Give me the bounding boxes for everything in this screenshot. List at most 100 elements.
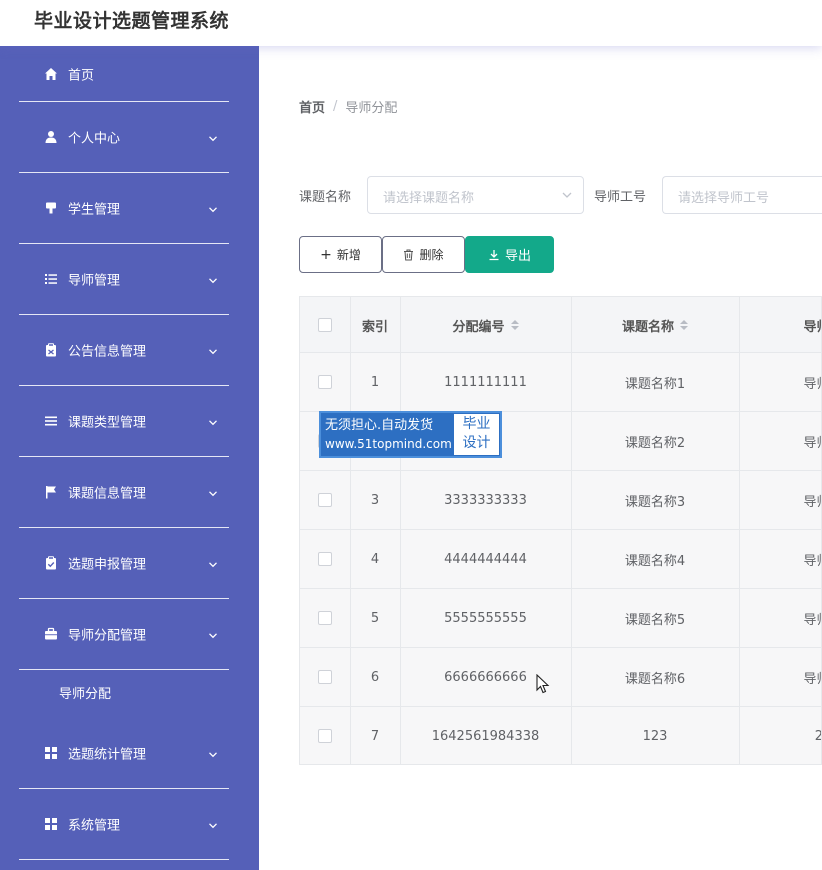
- sort-icon[interactable]: [510, 320, 519, 330]
- chevron-down-icon[interactable]: [207, 485, 219, 497]
- cell-index: 4: [370, 551, 380, 567]
- top-bar: 毕业设计选题管理系统: [0, 0, 822, 46]
- sidebar-item-label: 导师管理: [68, 273, 121, 289]
- cell-topic: 课题名称2: [624, 435, 686, 451]
- cell-index: 5: [370, 610, 380, 626]
- sidebar-item-label: 学生管理: [68, 202, 121, 218]
- chevron-down-icon[interactable]: [207, 746, 219, 758]
- cell-index: 3: [370, 492, 380, 508]
- sidebar-item-label: 课题类型管理: [68, 415, 147, 431]
- cell-topic: 课题名称5: [624, 612, 686, 628]
- table-row[interactable]: 11111111111课题名称1导师工: [300, 353, 821, 412]
- clipboard-check-icon: [44, 556, 58, 570]
- cell-teacher: 22: [739, 707, 821, 764]
- table-row[interactable]: 55555555555课题名称5导师工: [300, 589, 821, 648]
- cell-assign-no: 1111111111: [444, 374, 527, 390]
- sidebar-subitem-teacher-assign[interactable]: 导师分配: [59, 683, 111, 702]
- sidebar-item-label: 选题申报管理: [68, 557, 147, 573]
- cell-topic: 课题名称1: [624, 376, 686, 392]
- sidebar-item-7[interactable]: 选题申报管理: [19, 528, 229, 599]
- add-button-label: 新增: [336, 248, 361, 262]
- sidebar-item-label: 公告信息管理: [68, 344, 147, 360]
- row-checkbox[interactable]: [318, 493, 332, 507]
- cell-topic: 课题名称6: [624, 671, 686, 687]
- teacher-select[interactable]: 请选择导师工号: [662, 176, 822, 214]
- breadcrumb-home[interactable]: 首页: [299, 97, 325, 116]
- student-icon: [44, 201, 58, 215]
- download-icon: [489, 249, 499, 260]
- add-button[interactable]: + 新增: [299, 236, 382, 273]
- chevron-down-icon[interactable]: [207, 201, 219, 213]
- clipboard-icon: [44, 343, 58, 357]
- delete-button[interactable]: 删除: [382, 236, 465, 273]
- cell-assign-no: 4444444444: [444, 551, 527, 567]
- list-icon: [44, 272, 58, 286]
- sidebar-item-6[interactable]: 课题信息管理: [19, 457, 229, 528]
- topic-filter-label: 课题名称: [299, 190, 352, 205]
- cell-assign-no: 3333333333: [444, 492, 527, 508]
- chevron-down-icon[interactable]: [207, 272, 219, 284]
- cell-index: 1: [370, 374, 380, 390]
- topic-select[interactable]: 请选择课题名称: [367, 176, 584, 214]
- flag-icon: [44, 485, 58, 499]
- sidebar-item-1[interactable]: 个人中心: [19, 102, 229, 173]
- sidebar-item-4[interactable]: 公告信息管理: [19, 315, 229, 386]
- sidebar-item-home[interactable]: 首页: [19, 46, 229, 102]
- cell-teacher: 导师工: [803, 671, 821, 687]
- sidebar-item-5[interactable]: 课题类型管理: [19, 386, 229, 457]
- sidebar-item-label: 系统管理: [68, 818, 121, 834]
- row-checkbox[interactable]: [318, 729, 332, 743]
- chevron-down-icon[interactable]: [207, 343, 219, 355]
- cell-assign-no: 1642561984338: [431, 728, 540, 744]
- chevron-down-icon[interactable]: [207, 414, 219, 426]
- teacher-select-placeholder: 请选择导师工号: [678, 191, 770, 206]
- mouse-cursor-icon: [536, 674, 550, 694]
- user-icon: [44, 130, 58, 144]
- header-assign-no[interactable]: 分配编号: [400, 297, 571, 353]
- header-topic-label: 课题名称: [621, 319, 674, 335]
- chevron-down-icon: [562, 192, 572, 198]
- select-all-checkbox[interactable]: [318, 318, 332, 332]
- cell-teacher: 导师工: [803, 612, 821, 628]
- sidebar-item-3[interactable]: 导师管理: [19, 244, 229, 315]
- watermark-badge: 无须担心.自动发货 www.51topmind.com 毕业 设计: [319, 411, 502, 458]
- table-row[interactable]: 7 1642561984338 123 22: [300, 707, 821, 764]
- sidebar-item-9[interactable]: 选题统计管理: [19, 718, 229, 789]
- export-button-label: 导出: [504, 249, 531, 264]
- export-button[interactable]: 导出: [465, 236, 554, 273]
- breadcrumb-separator: /: [333, 99, 338, 114]
- table-row[interactable]: 33333333333课题名称3导师工: [300, 471, 821, 530]
- topic-select-placeholder: 请选择课题名称: [383, 191, 475, 206]
- sidebar-item-8[interactable]: 导师分配管理: [19, 599, 229, 670]
- sidebar-item-10[interactable]: 系统管理: [19, 789, 229, 860]
- header-index: 索引: [361, 319, 388, 335]
- cell-topic: 123: [642, 728, 668, 744]
- table-row[interactable]: 44444444444课题名称4导师工: [300, 530, 821, 589]
- app-title: 毕业设计选题管理系统: [34, 10, 230, 32]
- watermark-logo: 毕业 设计: [454, 414, 499, 455]
- sidebar-item-2[interactable]: 学生管理: [19, 173, 229, 244]
- watermark-line1: 无须担心.自动发货: [325, 418, 434, 433]
- cell-index: 6: [370, 669, 380, 685]
- assignment-table: 索引 分配编号 课题名称 导师工 11111111111课题名称1导师工2222…: [299, 296, 822, 765]
- breadcrumb-current: 导师分配: [345, 101, 398, 116]
- sidebar-item-label: 课题信息管理: [68, 486, 147, 502]
- table-row[interactable]: 66666666666课题名称6导师工: [300, 648, 821, 707]
- chevron-down-icon[interactable]: [207, 817, 219, 829]
- plus-icon: +: [320, 246, 332, 263]
- delete-button-label: 删除: [419, 248, 444, 262]
- row-checkbox[interactable]: [318, 375, 332, 389]
- chevron-down-icon[interactable]: [207, 556, 219, 568]
- home-icon: [44, 67, 58, 81]
- header-topic[interactable]: 课题名称: [571, 297, 739, 353]
- chevron-down-icon[interactable]: [207, 627, 219, 639]
- row-checkbox[interactable]: [318, 670, 332, 684]
- cell-assign-no: 5555555555: [444, 610, 527, 626]
- trash-icon: [404, 249, 414, 260]
- row-checkbox[interactable]: [318, 552, 332, 566]
- chevron-down-icon[interactable]: [207, 130, 219, 142]
- table-header: 索引 分配编号 课题名称 导师工: [300, 297, 821, 353]
- breadcrumb: 首页 / 导师分配: [299, 97, 397, 116]
- sort-icon[interactable]: [680, 320, 688, 330]
- row-checkbox[interactable]: [318, 611, 332, 625]
